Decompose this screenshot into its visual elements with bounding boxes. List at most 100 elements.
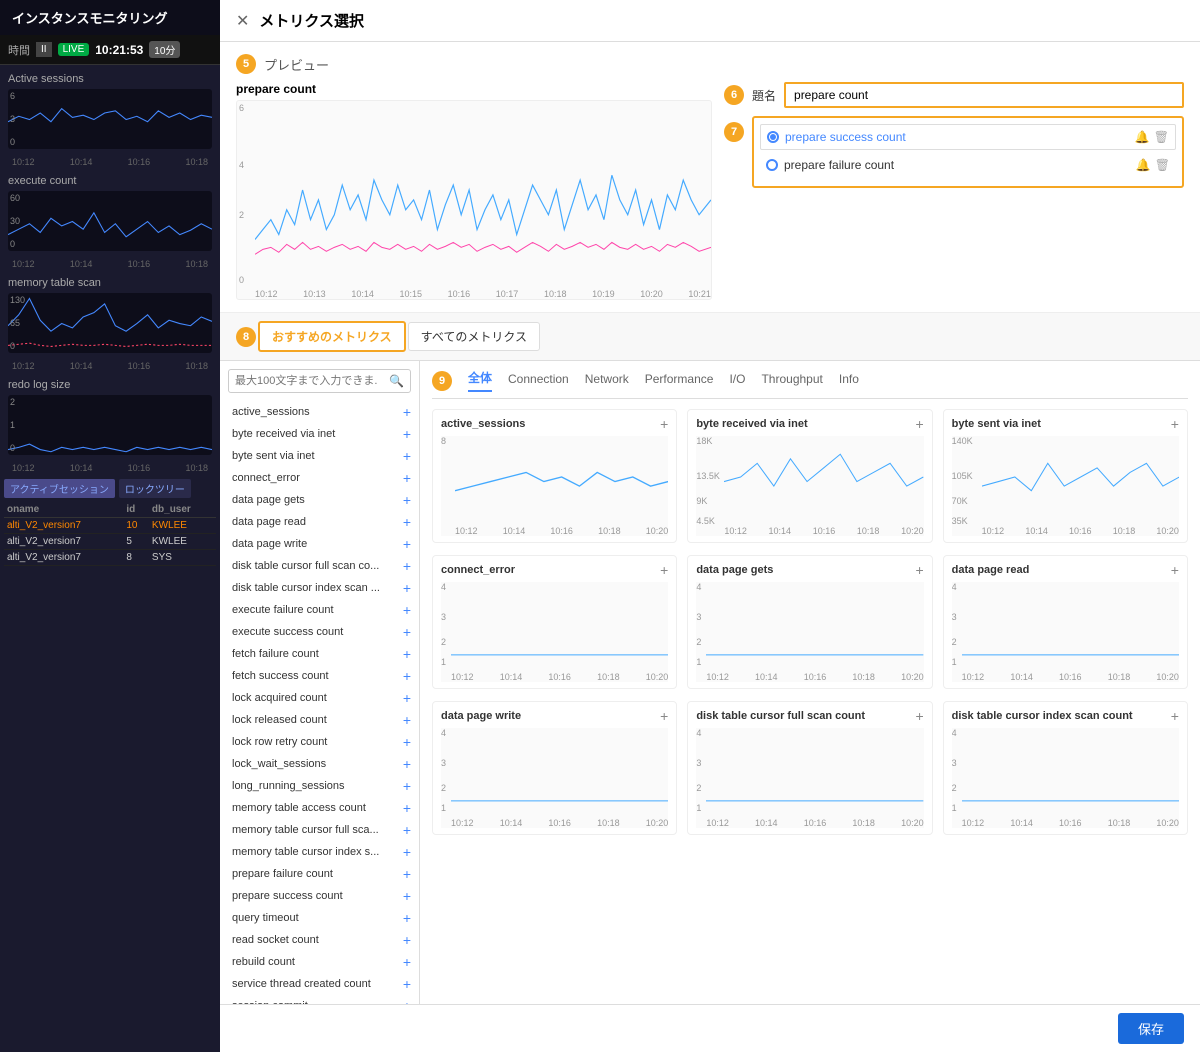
add-button[interactable]: + bbox=[403, 955, 411, 969]
add-chart-byte-sent[interactable]: + bbox=[1171, 416, 1179, 432]
list-item[interactable]: data page gets+ bbox=[220, 489, 419, 511]
add-button[interactable]: + bbox=[403, 669, 411, 683]
bell-icon-success[interactable]: 🔔 bbox=[1135, 130, 1150, 144]
add-chart-connect-error[interactable]: + bbox=[660, 562, 668, 578]
list-item[interactable]: prepare success count+ bbox=[220, 885, 419, 907]
list-item[interactable]: data page write+ bbox=[220, 533, 419, 555]
chart-grid-tabs: 9 全体 Connection Network Performance I/O … bbox=[432, 369, 1188, 399]
add-button[interactable]: + bbox=[403, 537, 411, 551]
add-button[interactable]: + bbox=[403, 735, 411, 749]
list-item[interactable]: byte sent via inet+ bbox=[220, 445, 419, 467]
list-item[interactable]: fetch failure count+ bbox=[220, 643, 419, 665]
add-button[interactable]: + bbox=[403, 427, 411, 441]
tab-io[interactable]: I/O bbox=[729, 372, 745, 390]
add-button[interactable]: + bbox=[403, 449, 411, 463]
table-row[interactable]: alti_V2_version7 10 KWLEE bbox=[4, 518, 216, 534]
radio-success[interactable] bbox=[767, 131, 779, 143]
list-item[interactable]: lock acquired count+ bbox=[220, 687, 419, 709]
list-item[interactable]: memory table access count+ bbox=[220, 797, 419, 819]
tab-performance[interactable]: Performance bbox=[645, 372, 714, 390]
add-button[interactable]: + bbox=[403, 977, 411, 991]
add-button[interactable]: + bbox=[403, 779, 411, 793]
chart-title-data-page-write: data page write bbox=[441, 710, 521, 722]
radio-failure[interactable] bbox=[766, 159, 778, 171]
tab-throughput[interactable]: Throughput bbox=[761, 372, 822, 390]
list-item[interactable]: long_running_sessions+ bbox=[220, 775, 419, 797]
list-item[interactable]: byte received via inet+ bbox=[220, 423, 419, 445]
add-button[interactable]: + bbox=[403, 647, 411, 661]
list-item[interactable]: execute success count+ bbox=[220, 621, 419, 643]
add-button[interactable]: + bbox=[403, 471, 411, 485]
title-input[interactable] bbox=[784, 82, 1184, 108]
tab-info[interactable]: Info bbox=[839, 372, 859, 390]
add-button[interactable]: + bbox=[403, 713, 411, 727]
tab-all-chart[interactable]: 全体 bbox=[468, 369, 492, 392]
list-item[interactable]: session commit+ bbox=[220, 995, 419, 1004]
add-button[interactable]: + bbox=[403, 867, 411, 881]
list-item[interactable]: fetch success count+ bbox=[220, 665, 419, 687]
add-button[interactable]: + bbox=[403, 933, 411, 947]
table-row[interactable]: alti_V2_version7 8 SYS bbox=[4, 550, 216, 566]
add-chart-disk-index-scan[interactable]: + bbox=[1171, 708, 1179, 724]
bottom-panel: 🔍 active_sessions+ byte received via ine… bbox=[220, 361, 1200, 1004]
add-chart-disk-full-scan[interactable]: + bbox=[915, 708, 923, 724]
add-button[interactable]: + bbox=[403, 911, 411, 925]
active-session-tab[interactable]: アクティブセッション bbox=[4, 479, 115, 498]
tab-network[interactable]: Network bbox=[585, 372, 629, 390]
memory-table-section: memory table scan 130 65 0 10:1210:1410:… bbox=[0, 269, 220, 371]
add-button[interactable]: + bbox=[403, 889, 411, 903]
list-item[interactable]: lock_wait_sessions+ bbox=[220, 753, 419, 775]
add-chart-data-page-gets[interactable]: + bbox=[915, 562, 923, 578]
list-item[interactable]: lock row retry count+ bbox=[220, 731, 419, 753]
metric-option-failure[interactable]: prepare failure count 🔔 🗑 bbox=[760, 153, 1176, 177]
active-sessions-chart: 6 3 0 bbox=[8, 89, 212, 149]
chart-card-active-sessions: active_sessions + 8 10:1210:1410:1610:18… bbox=[432, 409, 677, 543]
add-button[interactable]: + bbox=[403, 603, 411, 617]
list-item[interactable]: service thread created count+ bbox=[220, 973, 419, 995]
list-item[interactable]: active_sessions+ bbox=[220, 401, 419, 423]
add-button[interactable]: + bbox=[403, 823, 411, 837]
add-button[interactable]: + bbox=[403, 691, 411, 705]
delete-icon-failure[interactable]: 🗑 bbox=[1155, 158, 1170, 172]
add-button[interactable]: + bbox=[403, 801, 411, 815]
list-item[interactable]: rebuild count+ bbox=[220, 951, 419, 973]
metric-option-success[interactable]: prepare success count 🔔 🗑 bbox=[760, 124, 1176, 150]
list-item[interactable]: disk table cursor index scan ...+ bbox=[220, 577, 419, 599]
list-item[interactable]: read socket count+ bbox=[220, 929, 419, 951]
modal-close-button[interactable]: ✕ bbox=[236, 11, 249, 31]
list-item[interactable]: prepare failure count+ bbox=[220, 863, 419, 885]
add-button[interactable]: + bbox=[403, 515, 411, 529]
add-button[interactable]: + bbox=[403, 845, 411, 859]
tab-recommended[interactable]: おすすめのメトリクス bbox=[258, 321, 406, 352]
add-button[interactable]: + bbox=[403, 405, 411, 419]
add-button[interactable]: + bbox=[403, 757, 411, 771]
save-button[interactable]: 保存 bbox=[1118, 1013, 1184, 1044]
list-item[interactable]: lock released count+ bbox=[220, 709, 419, 731]
table-tabs[interactable]: アクティブセッション ロックツリー bbox=[4, 479, 216, 498]
tab-connection[interactable]: Connection bbox=[508, 372, 569, 390]
delete-icon-success[interactable]: 🗑 bbox=[1154, 130, 1169, 144]
add-button[interactable]: + bbox=[403, 559, 411, 573]
pause-button[interactable]: II bbox=[36, 42, 52, 57]
list-item[interactable]: memory table cursor full sca...+ bbox=[220, 819, 419, 841]
table-row[interactable]: alti_V2_version7 5 KWLEE bbox=[4, 534, 216, 550]
tab-all[interactable]: すべてのメトリクス bbox=[408, 322, 540, 351]
list-item[interactable]: connect_error+ bbox=[220, 467, 419, 489]
list-item[interactable]: memory table cursor index s...+ bbox=[220, 841, 419, 863]
list-item[interactable]: data page read+ bbox=[220, 511, 419, 533]
add-button[interactable]: + bbox=[403, 581, 411, 595]
modal-body: 5 プレビュー prepare count 6 4 2 0 bbox=[220, 42, 1200, 1052]
lock-tree-tab[interactable]: ロックツリー bbox=[119, 479, 191, 498]
bell-icon-failure[interactable]: 🔔 bbox=[1136, 158, 1151, 172]
add-button[interactable]: + bbox=[403, 493, 411, 507]
list-item[interactable]: query timeout+ bbox=[220, 907, 419, 929]
add-chart-data-page-write[interactable]: + bbox=[660, 708, 668, 724]
list-item[interactable]: execute failure count+ bbox=[220, 599, 419, 621]
add-button[interactable]: + bbox=[403, 625, 411, 639]
add-chart-data-page-read[interactable]: + bbox=[1171, 562, 1179, 578]
list-item[interactable]: disk table cursor full scan co...+ bbox=[220, 555, 419, 577]
add-chart-active-sessions[interactable]: + bbox=[660, 416, 668, 432]
add-chart-byte-recv[interactable]: + bbox=[915, 416, 923, 432]
search-input[interactable] bbox=[229, 371, 383, 391]
chart-title-byte-sent: byte sent via inet bbox=[952, 418, 1041, 430]
